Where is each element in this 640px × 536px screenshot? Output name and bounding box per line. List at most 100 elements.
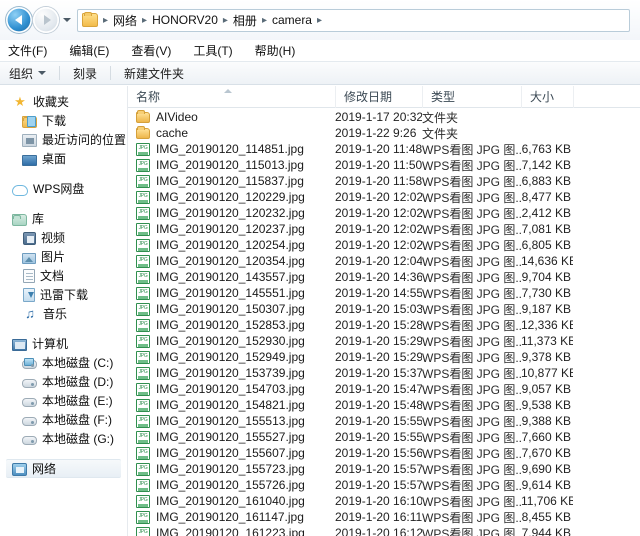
table-row[interactable]: IMG_20190120_120354.jpg 2019-1-20 12:04WP… xyxy=(128,253,640,269)
table-row[interactable]: IMG_20190120_155723.jpg 2019-1-20 15:57WP… xyxy=(128,461,640,477)
recent-locations-button[interactable] xyxy=(61,8,73,32)
table-row[interactable]: AIVideo 2019-1-17 20:32 文件夹 xyxy=(128,109,640,125)
file-name-cell[interactable]: IMG_20190120_145551.jpg xyxy=(128,286,335,300)
sidebar-item-drive-d[interactable]: 本地磁盘 (D:) xyxy=(0,372,127,391)
file-name-cell[interactable]: IMG_20190120_155726.jpg xyxy=(128,478,335,492)
column-header-type[interactable]: 类型 xyxy=(422,86,521,108)
column-header-size[interactable]: 大小 xyxy=(521,86,573,108)
file-name-cell[interactable]: IMG_20190120_152949.jpg xyxy=(128,350,335,364)
file-rows[interactable]: AIVideo 2019-1-17 20:32 文件夹 cache 2019-1-22 … xyxy=(128,109,640,536)
table-row[interactable]: IMG_20190120_120232.jpg 2019-1-20 12:02WP… xyxy=(128,205,640,221)
sidebar-item-drive-e[interactable]: 本地磁盘 (E:) xyxy=(0,391,127,410)
table-row[interactable]: cache 2019-1-22 9:26 文件夹 xyxy=(128,125,640,141)
file-size-cell: 14,636 KB xyxy=(521,254,573,268)
table-row[interactable]: IMG_20190120_143557.jpg 2019-1-20 14:36WP… xyxy=(128,269,640,285)
sidebar-item-downloads[interactable]: 下载 xyxy=(0,111,127,130)
table-row[interactable]: IMG_20190120_161223.jpg 2019-1-20 16:12WP… xyxy=(128,525,640,536)
table-row[interactable]: IMG_20190120_152930.jpg 2019-1-20 15:29WP… xyxy=(128,333,640,349)
burn-button[interactable]: 刻录 xyxy=(73,65,97,82)
sidebar-item-desktop[interactable]: 桌面 xyxy=(0,149,127,168)
file-name-cell[interactable]: IMG_20190120_120354.jpg xyxy=(128,254,335,268)
sidebar-item-thunder-download[interactable]: 迅雷下载 xyxy=(0,285,127,304)
table-row[interactable]: IMG_20190120_152949.jpg 2019-1-20 15:29WP… xyxy=(128,349,640,365)
breadcrumb-item-device[interactable]: HONORV20 xyxy=(150,13,220,27)
sidebar-item-videos[interactable]: 视频 xyxy=(0,228,127,247)
file-name-cell[interactable]: IMG_20190120_155723.jpg xyxy=(128,462,335,476)
file-name-cell[interactable]: IMG_20190120_115013.jpg xyxy=(128,158,335,172)
menu-help[interactable]: 帮助(H) xyxy=(255,42,308,59)
file-name-cell[interactable]: IMG_20190120_120254.jpg xyxy=(128,238,335,252)
menu-edit[interactable]: 编辑(E) xyxy=(69,42,121,59)
back-button[interactable] xyxy=(6,7,32,33)
breadcrumb-item-camera[interactable]: camera xyxy=(270,13,314,27)
sidebar-item-wps-cloud[interactable]: WPS网盘 xyxy=(0,179,127,198)
table-row[interactable]: IMG_20190120_161040.jpg 2019-1-20 16:10WP… xyxy=(128,493,640,509)
file-name-cell[interactable]: IMG_20190120_155527.jpg xyxy=(128,430,335,444)
breadcrumb-item-network[interactable]: 网络 xyxy=(111,12,139,29)
file-name-cell[interactable]: IMG_20190120_152853.jpg xyxy=(128,318,335,332)
file-name-cell[interactable]: IMG_20190120_153739.jpg xyxy=(128,366,335,380)
column-header-date[interactable]: 修改日期 xyxy=(335,86,422,108)
breadcrumb-item-album[interactable]: 相册 xyxy=(231,12,259,29)
file-name-cell[interactable]: cache xyxy=(128,126,335,140)
table-row[interactable]: IMG_20190120_120229.jpg 2019-1-20 12:02WP… xyxy=(128,189,640,205)
column-header-name[interactable]: 名称 xyxy=(128,86,335,108)
sidebar-item-drive-g[interactable]: 本地磁盘 (G:) xyxy=(0,429,127,448)
table-row[interactable]: IMG_20190120_115013.jpg 2019-1-20 11:50WP… xyxy=(128,157,640,173)
file-name-cell[interactable]: IMG_20190120_115837.jpg xyxy=(128,174,335,188)
table-row[interactable]: IMG_20190120_115837.jpg 2019-1-20 11:58WP… xyxy=(128,173,640,189)
table-row[interactable]: IMG_20190120_155513.jpg 2019-1-20 15:55WP… xyxy=(128,413,640,429)
sidebar-item-recent-places[interactable]: 最近访问的位置 xyxy=(0,130,127,149)
new-folder-button[interactable]: 新建文件夹 xyxy=(124,65,184,82)
sidebar-label: 迅雷下载 xyxy=(40,288,89,302)
navigation-pane[interactable]: ★ 收藏夹 下载 最近访问的位置 桌面 WPS网盘 库 视频 图片 文档 迅雷下… xyxy=(0,86,128,536)
file-name-cell[interactable]: IMG_20190120_155607.jpg xyxy=(128,446,335,460)
file-name-cell[interactable]: IMG_20190120_155513.jpg xyxy=(128,414,335,428)
table-row[interactable]: IMG_20190120_150307.jpg 2019-1-20 15:03WP… xyxy=(128,301,640,317)
breadcrumb-address-bar[interactable]: ▸ 网络 ▸ HONORV20 ▸ 相册 ▸ camera ▸ xyxy=(77,8,630,32)
table-row[interactable]: IMG_20190120_153739.jpg 2019-1-20 15:37WP… xyxy=(128,365,640,381)
table-row[interactable]: IMG_20190120_120254.jpg 2019-1-20 12:02WP… xyxy=(128,237,640,253)
file-name-cell[interactable]: IMG_20190120_114851.jpg xyxy=(128,142,335,156)
file-name-cell[interactable]: IMG_20190120_154821.jpg xyxy=(128,398,335,412)
table-row[interactable]: IMG_20190120_152853.jpg 2019-1-20 15:28WP… xyxy=(128,317,640,333)
table-row[interactable]: IMG_20190120_161147.jpg 2019-1-20 16:11WP… xyxy=(128,509,640,525)
menu-file[interactable]: 文件(F) xyxy=(8,42,59,59)
file-name-cell[interactable]: IMG_20190120_120229.jpg xyxy=(128,190,335,204)
file-list-pane[interactable]: 名称 修改日期 类型 大小 AIVideo 2019-1-17 20:32 文件夹 c… xyxy=(128,86,640,536)
table-row[interactable]: IMG_20190120_155607.jpg 2019-1-20 15:56WP… xyxy=(128,445,640,461)
sidebar-item-music[interactable]: ♫ 音乐 xyxy=(0,304,127,323)
sidebar-item-computer[interactable]: 计算机 xyxy=(0,334,127,353)
file-name-cell[interactable]: IMG_20190120_120237.jpg xyxy=(128,222,335,236)
table-row[interactable]: IMG_20190120_114851.jpg 2019-1-20 11:48WP… xyxy=(128,141,640,157)
menu-view[interactable]: 查看(V) xyxy=(131,42,183,59)
sidebar-label: 网络 xyxy=(32,462,57,476)
forward-button[interactable] xyxy=(33,7,59,33)
sidebar-item-libraries[interactable]: 库 xyxy=(0,209,127,228)
table-row[interactable]: IMG_20190120_155726.jpg 2019-1-20 15:57WP… xyxy=(128,477,640,493)
sidebar-label: 图片 xyxy=(41,250,66,264)
organize-button[interactable]: 组织 xyxy=(9,65,47,82)
file-name-cell[interactable]: IMG_20190120_120232.jpg xyxy=(128,206,335,220)
file-type-cell: WPS看图 JPG 图... xyxy=(422,270,521,285)
file-name-cell[interactable]: IMG_20190120_161147.jpg xyxy=(128,510,335,524)
table-row[interactable]: IMG_20190120_154703.jpg 2019-1-20 15:47WP… xyxy=(128,381,640,397)
file-name-cell[interactable]: IMG_20190120_150307.jpg xyxy=(128,302,335,316)
table-row[interactable]: IMG_20190120_154821.jpg 2019-1-20 15:48WP… xyxy=(128,397,640,413)
table-row[interactable]: IMG_20190120_120237.jpg 2019-1-20 12:02WP… xyxy=(128,221,640,237)
menu-tools[interactable]: 工具(T) xyxy=(193,42,244,59)
table-row[interactable]: IMG_20190120_155527.jpg 2019-1-20 15:55WP… xyxy=(128,429,640,445)
sidebar-item-drive-f[interactable]: 本地磁盘 (F:) xyxy=(0,410,127,429)
file-name-cell[interactable]: IMG_20190120_152930.jpg xyxy=(128,334,335,348)
file-name-cell[interactable]: IMG_20190120_154703.jpg xyxy=(128,382,335,396)
sidebar-item-drive-c[interactable]: 本地磁盘 (C:) xyxy=(0,353,127,372)
file-name-cell[interactable]: IMG_20190120_161040.jpg xyxy=(128,494,335,508)
sidebar-item-favorites[interactable]: ★ 收藏夹 xyxy=(0,92,127,111)
sidebar-item-documents[interactable]: 文档 xyxy=(0,266,127,285)
file-name-cell[interactable]: AIVideo xyxy=(128,110,335,124)
sidebar-item-pictures[interactable]: 图片 xyxy=(0,247,127,266)
table-row[interactable]: IMG_20190120_145551.jpg 2019-1-20 14:55WP… xyxy=(128,285,640,301)
file-name-cell[interactable]: IMG_20190120_161223.jpg xyxy=(128,526,335,536)
file-name-cell[interactable]: IMG_20190120_143557.jpg xyxy=(128,270,335,284)
sidebar-item-network[interactable]: 网络 xyxy=(6,459,121,478)
